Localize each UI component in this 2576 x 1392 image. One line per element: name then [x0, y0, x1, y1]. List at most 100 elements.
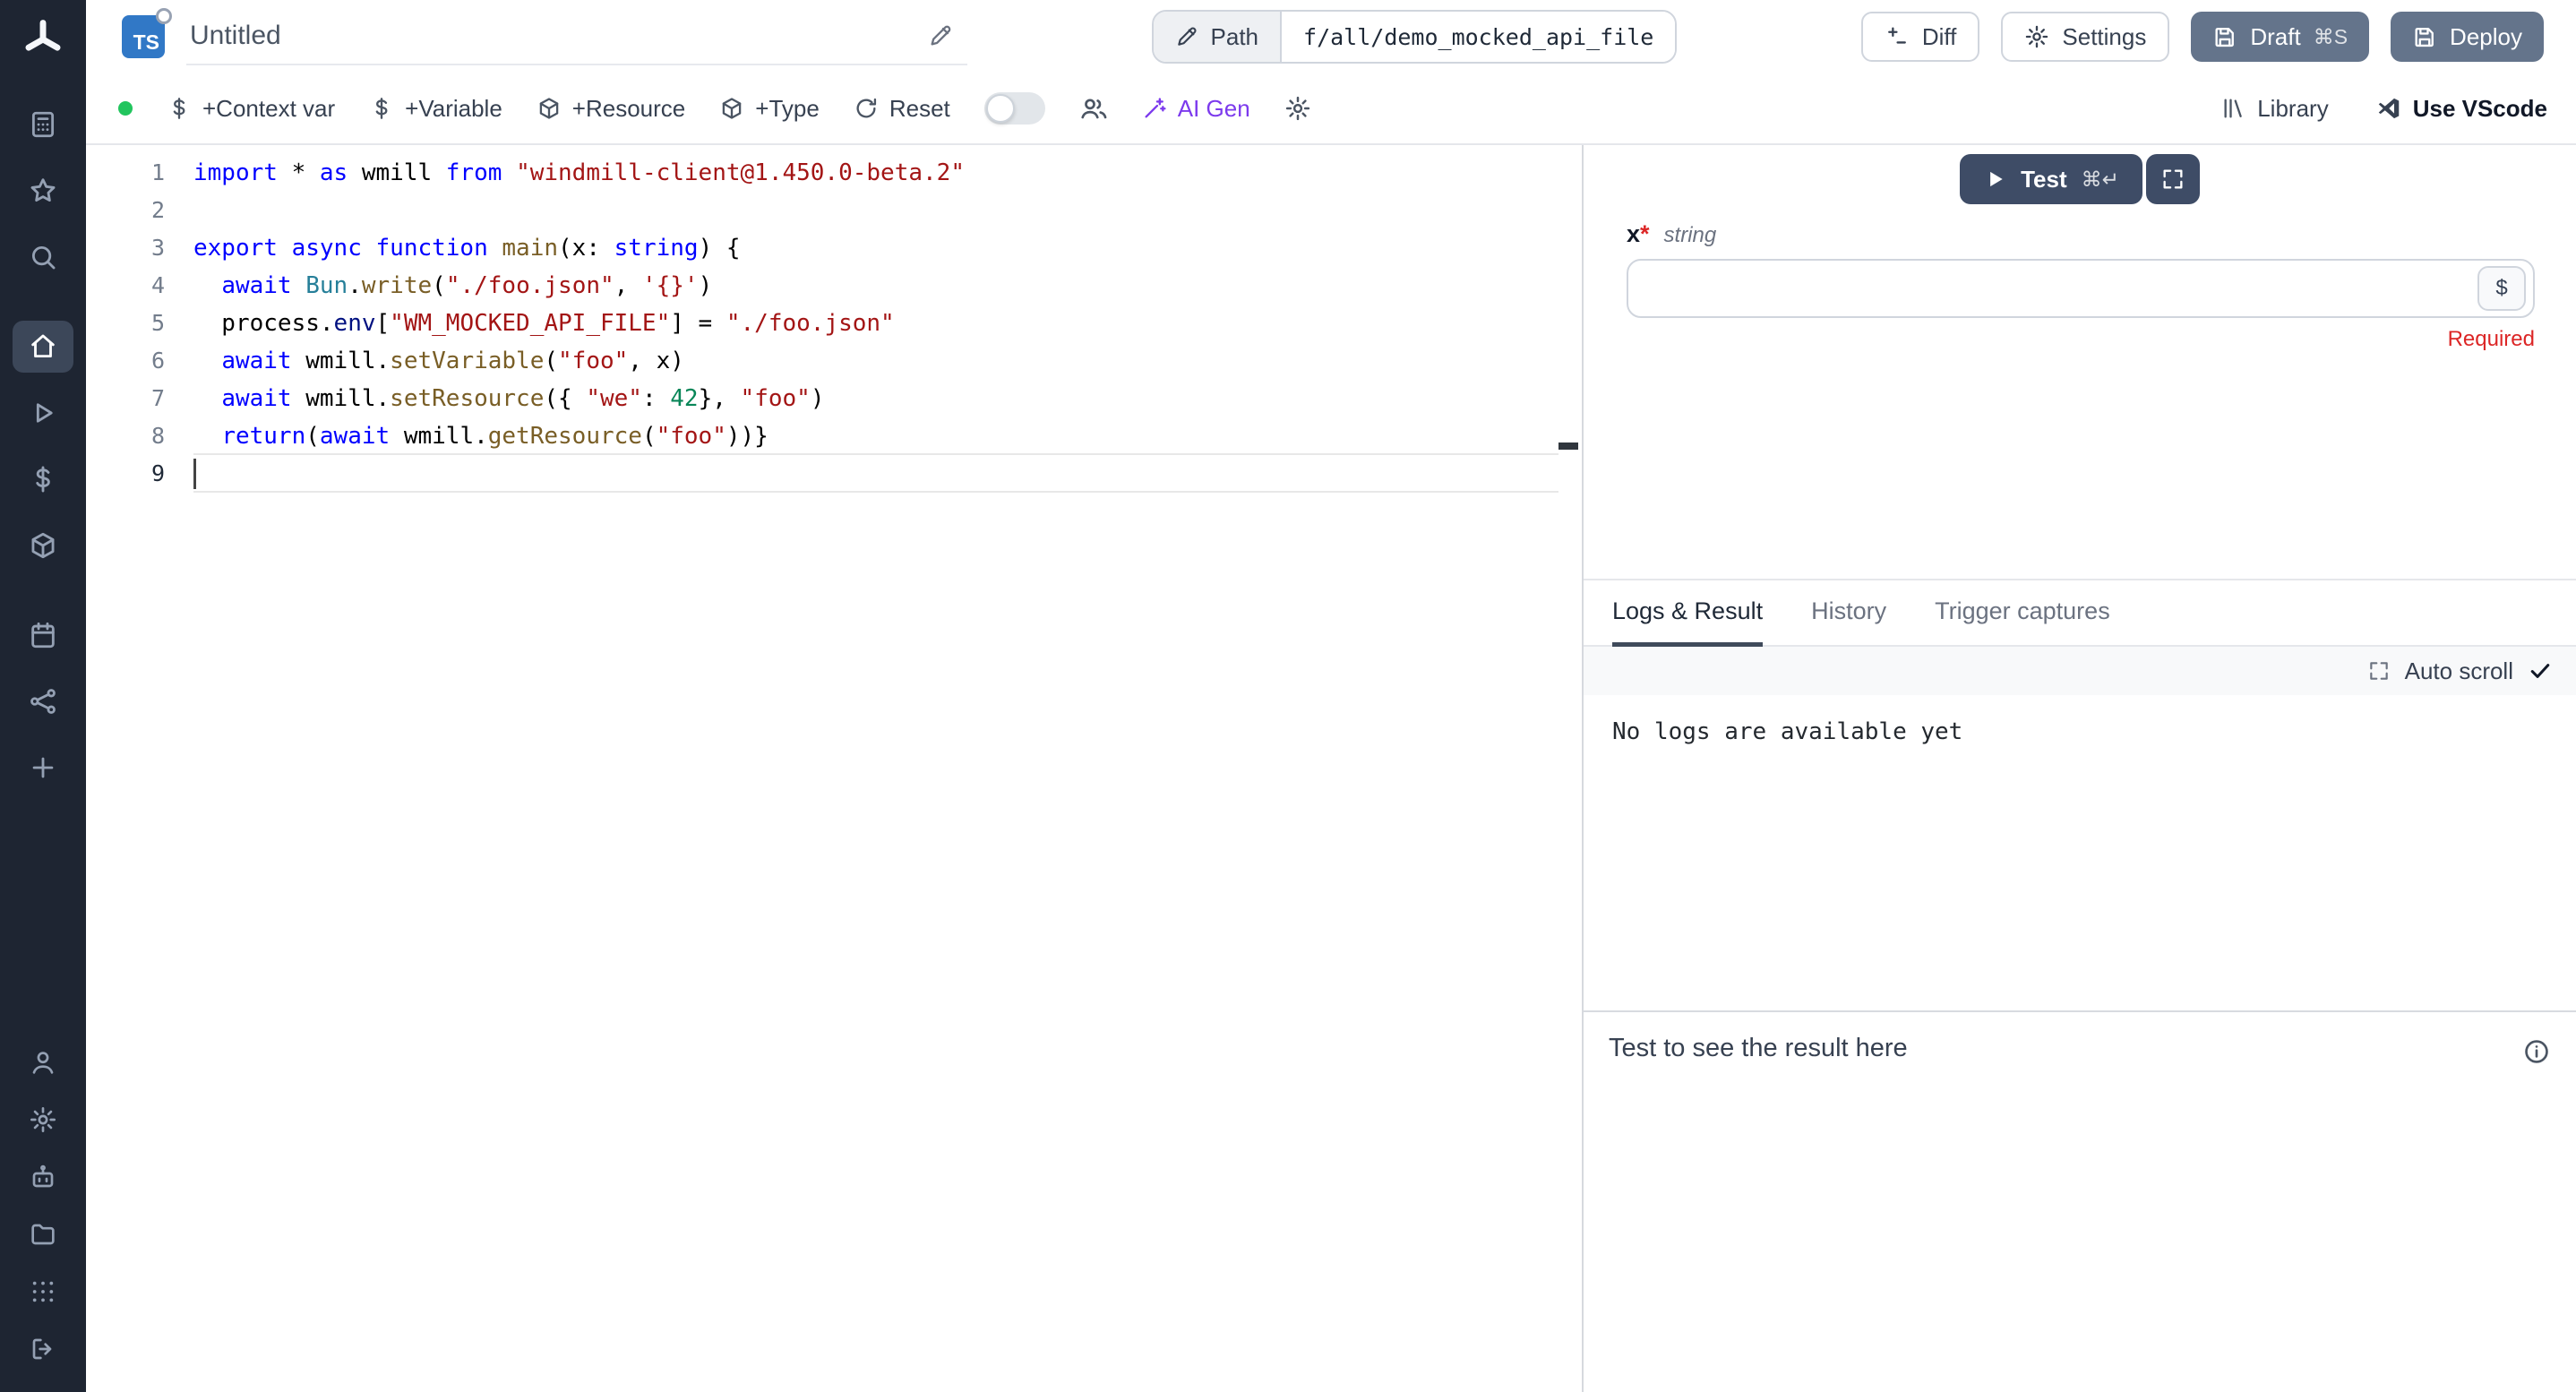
sidebar-item-folders[interactable] [13, 1213, 73, 1256]
sidebar-item-workers[interactable] [13, 1156, 73, 1199]
code-line[interactable]: 8 return(await wmill.getResource("foo"))… [86, 417, 1582, 455]
folder-icon [29, 1220, 57, 1249]
argument-name: x* [1627, 220, 1650, 248]
code-editor[interactable]: 1import * as wmill from "windmill-client… [86, 145, 1582, 1392]
argument-x-input[interactable] [1636, 266, 2477, 311]
add-context-var-button[interactable]: +Context var [167, 95, 335, 123]
code-line[interactable]: 2 [86, 192, 1582, 229]
sidebar-item-resources[interactable] [13, 520, 73, 571]
argument-label-row: x* string [1627, 220, 2535, 248]
plus-icon [28, 752, 58, 783]
dollar-sign: $ [2495, 276, 2507, 301]
gear-icon [1284, 95, 1311, 122]
code-lines: 1import * as wmill from "windmill-client… [86, 154, 1582, 493]
path-pill[interactable]: Path f/all/demo_mocked_api_file [1152, 10, 1678, 64]
add-variable-button[interactable]: +Variable [369, 95, 502, 123]
deploy-button[interactable]: Deploy [2391, 12, 2544, 62]
draft-button[interactable]: Draft ⌘S [2191, 12, 2369, 62]
code-line[interactable]: 1import * as wmill from "windmill-client… [86, 154, 1582, 192]
gear-icon [29, 1105, 57, 1134]
script-title-field[interactable]: Untitled [186, 8, 967, 65]
sidebar-item-expand-sidebar[interactable] [13, 1328, 73, 1371]
line-number: 2 [86, 192, 165, 229]
tab-logs-result[interactable]: Logs & Result [1612, 580, 1763, 647]
logs-empty-message: No logs are available yet [1612, 718, 1962, 745]
sidebar-item-schedules[interactable] [13, 609, 73, 661]
users-icon [1079, 94, 1108, 123]
logs-toolbar: Auto scroll [1584, 647, 2576, 695]
home-icon [28, 331, 58, 362]
badge-status-dot [156, 8, 172, 24]
sidebar-item-add[interactable] [13, 742, 73, 794]
settings-button[interactable]: Settings [2001, 12, 2169, 62]
save-draft-icon [2212, 24, 2237, 49]
sidebar-item-home[interactable] [13, 321, 73, 373]
path-label-segment[interactable]: Path [1154, 12, 1283, 62]
line-number: 4 [86, 267, 165, 305]
code-line[interactable]: 3export async function main(x: string) { [86, 229, 1582, 267]
editor-settings-button[interactable] [1284, 95, 1311, 122]
language-badge[interactable]: TS [122, 15, 165, 58]
code-line[interactable]: 7 await wmill.setResource({ "we": 42}, "… [86, 380, 1582, 417]
windmill-logo-icon[interactable] [20, 16, 66, 63]
add-resource-button[interactable]: +Resource [537, 95, 685, 123]
code-line[interactable]: 6 await wmill.setVariable("foo", x) [86, 342, 1582, 380]
logout-icon [29, 1335, 57, 1363]
tab-history[interactable]: History [1811, 580, 1886, 647]
sidebar-item-calculator[interactable] [13, 99, 73, 150]
add-type-button[interactable]: +Type [719, 95, 820, 123]
overview-ruler-cursor [1558, 443, 1578, 450]
logs-pane[interactable]: No logs are available yet [1584, 695, 2576, 1010]
header: TS Untitled Path f/all/demo_mocked_api_f… [86, 0, 2576, 73]
use-vscode-button[interactable]: Use VScode [2375, 95, 2547, 123]
sidebar-item-variables[interactable] [13, 453, 73, 505]
add-variable-label: +Variable [405, 95, 502, 123]
library-icon [2221, 96, 2246, 121]
expand-icon [2160, 167, 2185, 192]
cube-icon [28, 530, 58, 561]
check-icon[interactable] [2528, 658, 2553, 683]
add-context-var-label: +Context var [202, 95, 335, 123]
text-cursor [193, 459, 196, 489]
sidebar-item-runs[interactable] [13, 387, 73, 439]
result-placeholder: Test to see the result here [1609, 1034, 1908, 1063]
code-line[interactable]: 5 process.env["WM_MOCKED_API_FILE"] = ".… [86, 305, 1582, 342]
line-number: 8 [86, 417, 165, 455]
sidebar-item-workspace-settings[interactable] [13, 1098, 73, 1141]
code-text: export async function main(x: string) { [165, 229, 741, 267]
sidebar-item-flows[interactable] [13, 675, 73, 727]
code-line[interactable]: 9 [86, 455, 1582, 493]
test-button[interactable]: Test ⌘↵ [1960, 154, 2142, 204]
deploy-button-label: Deploy [2450, 23, 2522, 51]
ai-gen-label: AI Gen [1178, 95, 1250, 123]
play-icon [1983, 168, 2006, 191]
sidebar-item-apps[interactable] [13, 1270, 73, 1313]
info-icon[interactable] [2522, 1037, 2551, 1066]
settings-button-label: Settings [2062, 23, 2146, 51]
sidebar-item-user[interactable] [13, 1041, 73, 1084]
edit-title-icon[interactable] [928, 23, 953, 48]
tab-trigger-captures[interactable]: Trigger captures [1935, 580, 2110, 647]
sidebar-bottom [13, 1034, 73, 1378]
code-text: import * as wmill from "windmill-client@… [165, 154, 965, 192]
expand-logs-icon[interactable] [2367, 659, 2391, 683]
code-text: await Bun.write("./foo.json", '{}') [165, 267, 712, 305]
test-options-button[interactable] [2146, 154, 2200, 204]
dollar-icon [167, 96, 192, 121]
sidebar-item-favorites[interactable] [13, 165, 73, 217]
reset-button[interactable]: Reset [854, 95, 950, 123]
main-area: TS Untitled Path f/all/demo_mocked_api_f… [86, 0, 2576, 1392]
insert-variable-button[interactable]: $ [2477, 266, 2526, 311]
path-value[interactable]: f/all/demo_mocked_api_file [1282, 12, 1675, 62]
script-title[interactable]: Untitled [190, 21, 281, 51]
code-text: await wmill.setVariable("foo", x) [165, 342, 684, 380]
diff-button[interactable]: Diff [1861, 12, 1980, 62]
code-line[interactable]: 4 await Bun.write("./foo.json", '{}') [86, 267, 1582, 305]
sidebar-item-search[interactable] [13, 231, 73, 283]
multiplayer-users-button[interactable] [1079, 94, 1108, 123]
add-resource-label: +Resource [572, 95, 685, 123]
use-vscode-label: Use VScode [2413, 95, 2547, 123]
multiplayer-toggle[interactable] [984, 92, 1045, 125]
library-button[interactable]: Library [2221, 95, 2328, 123]
ai-gen-button[interactable]: AI Gen [1142, 95, 1250, 123]
